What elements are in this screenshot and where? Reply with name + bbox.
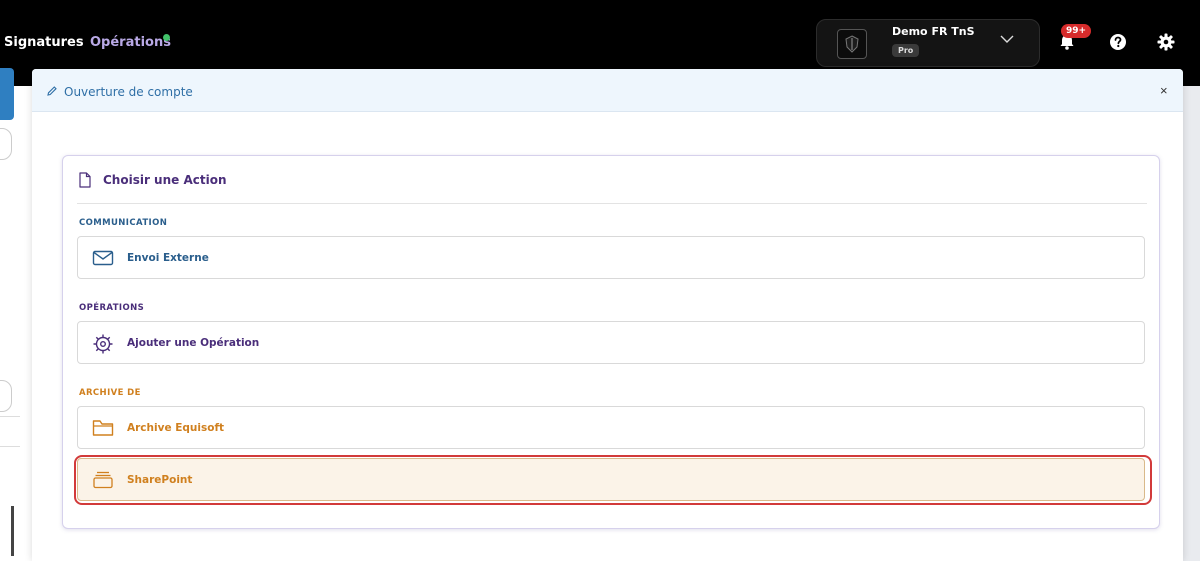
envelope-icon: [92, 250, 114, 266]
action-envoi-externe[interactable]: Envoi Externe: [77, 236, 1145, 279]
action-sharepoint[interactable]: SharePoint: [77, 458, 1145, 501]
choose-action-card: Choisir une Action COMMUNICATION Envoi E…: [62, 155, 1160, 529]
action-archive-equisoft[interactable]: Archive Equisoft: [77, 406, 1145, 449]
close-icon[interactable]: ×: [1160, 83, 1168, 98]
background-tab: [0, 68, 14, 120]
company-logo: [837, 29, 867, 59]
notification-count-badge: 99+: [1061, 24, 1092, 38]
nav-operations[interactable]: Opérations: [90, 35, 171, 50]
gear-outline-icon: [93, 334, 113, 354]
card-title: Choisir une Action: [103, 173, 227, 187]
action-label: Envoi Externe: [127, 252, 209, 264]
status-dot: [163, 34, 170, 41]
document-icon: [79, 172, 91, 188]
background-control: [0, 128, 12, 160]
modal-title: Ouverture de compte: [64, 85, 193, 99]
account-name: Demo FR TnS: [892, 25, 975, 38]
plan-badge: Pro: [892, 44, 920, 57]
help-icon[interactable]: [1109, 33, 1127, 51]
account-switcher[interactable]: Demo FR TnS Pro: [816, 19, 1040, 67]
section-label-archive: ARCHIVE DE: [79, 388, 141, 398]
section-label-operations: OPÉRATIONS: [79, 303, 145, 313]
action-label: SharePoint: [127, 474, 193, 486]
folders-stack-icon: [93, 471, 113, 489]
background-control: [0, 380, 12, 412]
account-opening-modal: Ouverture de compte × Choisir une Action…: [32, 69, 1183, 561]
settings-gear-icon[interactable]: [1157, 33, 1175, 51]
divider: [77, 203, 1147, 204]
background-divider: [0, 446, 20, 447]
nav-signatures[interactable]: Signatures: [4, 35, 84, 50]
action-label: Ajouter une Opération: [127, 337, 260, 349]
modal-header: Ouverture de compte ×: [32, 69, 1183, 112]
section-label-communication: COMMUNICATION: [79, 218, 168, 228]
pencil-icon: [47, 86, 57, 96]
folder-icon: [92, 420, 114, 436]
action-label: Archive Equisoft: [127, 422, 225, 434]
chevron-down-icon: [1000, 35, 1014, 43]
background-divider: [0, 416, 20, 417]
action-ajouter-operation[interactable]: Ajouter une Opération: [77, 321, 1145, 364]
background-scrollbar: [11, 506, 14, 556]
